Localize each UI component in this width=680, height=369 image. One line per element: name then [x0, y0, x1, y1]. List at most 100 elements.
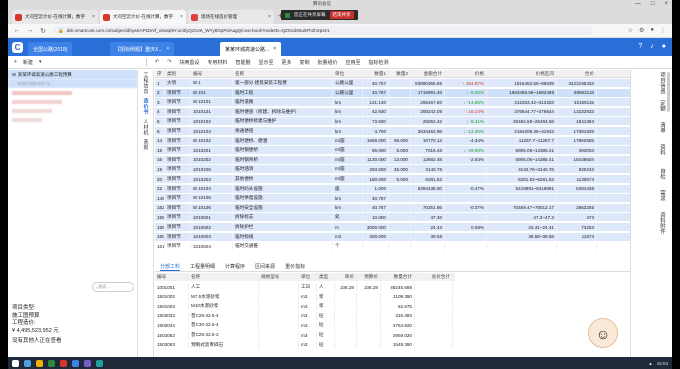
toolbar-button-2[interactable]: 专用材料: [207, 59, 227, 66]
browser-tab-3[interactable]: 现场在线造价管理 ×: [188, 10, 274, 24]
table-row[interactable]: 152 项目节 ⊟ 10106 临时安全设施 km 40.757 70251.86 -0.37…: [155, 203, 630, 212]
app-icon[interactable]: [96, 359, 103, 367]
app-icon[interactable]: [84, 359, 91, 367]
tree-item[interactable]: [8, 97, 137, 106]
url-input[interactable]: 🔒 dsk.smartcost.com.cn/subject/dhyaXAPtZ…: [53, 26, 593, 35]
apply-button[interactable]: 应用至: [346, 59, 361, 66]
minimize-icon[interactable]: —: [635, 1, 641, 7]
toolbar-button-1[interactable]: 块两善设: [179, 59, 199, 66]
tab-reports[interactable]: 表报: [143, 139, 150, 150]
browser-tab-2[interactable]: 大司空云计价-在线计算，数字 ×: [100, 10, 186, 24]
table-row[interactable]: 149 项目节 ⊟ 10106 临时供电设施 km 40.757: [155, 194, 630, 203]
table-row[interactable]: 1 大项 ⊟ 1 第一部分 建筑安装工程费 公路公里 40.757 83990365.65 ↑…: [155, 79, 630, 87]
close-window-icon[interactable]: ×: [664, 1, 668, 7]
table-row[interactable]: 161 项目节 1010604 临时交通锥个: [155, 242, 630, 251]
browser-tab-1[interactable]: 大司空云计价-在线计算，数字 ×: [12, 10, 98, 24]
scrollbar[interactable]: [667, 72, 670, 112]
app-tab-1[interactable]: 全国公路(2018): [28, 42, 73, 56]
tab-right-requirements[interactable]: 需求: [658, 190, 666, 201]
table-row[interactable]: 14 项目节 ⊟ 10102 临时便桥、便涵 m/座 1659.000 69.000 1077…: [155, 136, 630, 145]
tab-quantity-detail[interactable]: 工程量明细: [190, 263, 215, 270]
tab-price-index[interactable]: 重价指标: [285, 263, 305, 270]
app-icon[interactable]: [48, 359, 55, 367]
new-button[interactable]: 新建: [23, 59, 33, 66]
profile-icon[interactable]: ●: [650, 27, 654, 34]
tree-item[interactable]: [8, 115, 137, 124]
tab-right-selfcheck[interactable]: 自检: [658, 168, 666, 179]
table-row[interactable]: 156 项目节 1010602 拆除护栏 m 3000.000 24.43 0.08% 24.…: [155, 223, 630, 231]
back-icon[interactable]: ←: [13, 27, 21, 34]
close-icon[interactable]: ×: [180, 14, 183, 20]
tree-item[interactable]: [8, 106, 137, 115]
tab-cost-book[interactable]: 造价书: [143, 98, 150, 115]
new-tab-icon[interactable]: +: [278, 11, 283, 21]
stop-share-button[interactable]: 结束共享: [329, 11, 354, 19]
tab-labor-material[interactable]: 人材机: [143, 119, 150, 136]
material-row[interactable]: 1503052 普C25-32.5-2 m3 砼 2959.020: [155, 331, 455, 339]
app-tab-3[interactable]: 某某环城高速公路... ×: [220, 42, 282, 56]
tab-right-bill[interactable]: 清单: [658, 122, 666, 133]
tree-item-root[interactable]: ⊟ 某某环城高速公路工程预算: [8, 70, 137, 79]
table-row[interactable]: 16 项目节 1010202 临时钢吊桥 m/座 1130.000 13.000 13662.…: [155, 155, 630, 164]
app-icon[interactable]: [60, 359, 67, 367]
help-icon[interactable]: ?: [638, 43, 642, 50]
table-row[interactable]: 20 项目节 1010203 其他便桥 m/座 180.000 5.000 6281.52 62…: [155, 175, 630, 183]
material-row[interactable]: 1503053 预制式沥青碎石 m3 砼 1549.380: [155, 340, 455, 349]
undo-button[interactable]: ↶: [155, 59, 159, 65]
material-row[interactable]: 1501002 M7.5水泥砂浆 m3 浆 1109.350: [155, 292, 455, 301]
table-row[interactable]: 19 项目节 1010205 临时涵洞 m/座 293.000 45.000 3140.76 3…: [155, 165, 630, 174]
tree-item-unit[interactable]: K43+100-K57.3...: [8, 79, 137, 88]
toolbar-button-3[interactable]: 智能删: [235, 59, 250, 66]
redo-button[interactable]: ↷: [167, 59, 171, 65]
menu-icon[interactable]: ⋮: [660, 27, 666, 34]
collapse-icon[interactable]: ⊟: [12, 72, 16, 78]
more-button[interactable]: 更多: [281, 59, 291, 66]
tree-search-input[interactable]: ⌕ 搜索...: [92, 282, 134, 292]
table-row[interactable]: 4 项目节 1010101 临时便道（修建、拆除与维护） km 42.930 308242.…: [155, 107, 630, 116]
extension-icon[interactable]: ⚙: [639, 27, 644, 34]
search-taskbar-icon[interactable]: [24, 359, 31, 367]
maximize-icon[interactable]: □: [651, 1, 655, 7]
bell-icon[interactable]: ♪: [650, 43, 654, 50]
tray-icon[interactable]: ▲: [648, 361, 652, 366]
copy-button[interactable]: 复制: [299, 59, 309, 66]
folder-icon[interactable]: [36, 359, 43, 367]
app-icon[interactable]: [72, 359, 79, 367]
table-row[interactable]: 15 项目节 1010201 临时钢便桥 m/座 56.000 5.000 7016.46 ↓ …: [155, 146, 630, 155]
forward-icon[interactable]: →: [26, 27, 34, 34]
display-button[interactable]: 显示至: [258, 59, 273, 66]
index-check-button[interactable]: 指标检测: [369, 59, 389, 66]
app-tab-2[interactable]: 【招标例题】重庆X... ×: [110, 42, 175, 56]
tab-right-quota[interactable]: 定额: [658, 100, 666, 111]
tab-right-project-info[interactable]: 项目信息: [658, 72, 666, 94]
tab-project-info[interactable]: 工程信息: [143, 72, 150, 94]
start-icon[interactable]: [12, 359, 19, 367]
tree-item[interactable]: [8, 88, 137, 97]
close-icon[interactable]: ×: [268, 14, 271, 20]
user-icon[interactable]: ●: [662, 43, 666, 50]
table-row[interactable]: 22 项目节 ⊟ 10104 临时码头设施座 1.000 5394438.00 -0.47%…: [155, 184, 630, 193]
tab-range-source[interactable]: 区间来源: [255, 263, 275, 270]
material-row[interactable]: 1503033 普C25-32.5-4 m3 砼 315.380: [155, 311, 455, 320]
tab-right-attachments[interactable]: 资料附件: [658, 212, 666, 234]
close-icon[interactable]: ×: [92, 14, 95, 20]
batch-price-button[interactable]: 批量组价: [318, 59, 338, 66]
tab-right-resources[interactable]: 资料: [658, 144, 666, 155]
table-row[interactable]: 155 项目节 1010601 拆除标志处 10.000 47.30 47.3~47.3 47…: [155, 213, 630, 222]
material-row[interactable]: 1501003 M10水泥砂浆 m3 浆 62.675: [155, 302, 455, 311]
chevron-down-icon[interactable]: ▾: [39, 59, 42, 66]
add-icon[interactable]: +: [14, 59, 17, 66]
tab-parts-materials[interactable]: 分部工料: [160, 263, 181, 271]
close-icon[interactable]: ×: [273, 46, 276, 52]
table-row[interactable]: 2 项目节 ⊟ 101 临时工程 公路公里 40.757 1716991.48 ↓ -8.68…: [155, 88, 630, 97]
star-icon[interactable]: ☆: [628, 27, 633, 34]
material-row[interactable]: 1001001 人工 工日人 106.28 106.28 48245.688: [155, 283, 455, 291]
material-row[interactable]: 1503034 普C30-32.5-4 m3 砼 3764.820: [155, 321, 455, 330]
tab-calc-program[interactable]: 计算程序: [225, 263, 245, 270]
reload-icon[interactable]: ↻: [39, 27, 47, 35]
table-row[interactable]: 160 项目节 1010603 临时标线 m2 300.000 39.58 39.58~39.…: [155, 232, 630, 241]
table-row[interactable]: 6 项目节 1010104 保通便道 km 4.700 3634452.98 ↓ -13.30…: [155, 127, 630, 135]
close-icon[interactable]: ×: [167, 46, 170, 52]
table-row[interactable]: 3 项目节 ⊟ 10101 临时道路 km 121.130 265467.80 ↓ -14.8…: [155, 98, 630, 107]
table-row[interactable]: 5 项目节 1010102 临时便桥修建与维护 km 73.500 25052.42 ↓ -8…: [155, 117, 630, 126]
